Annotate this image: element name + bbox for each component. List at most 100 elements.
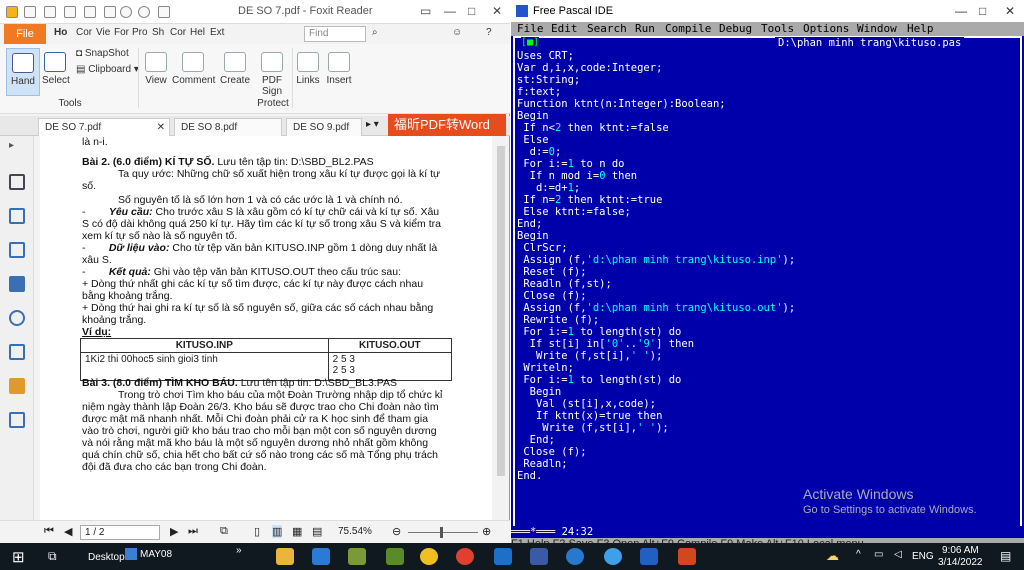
scrollbar-thumb[interactable] [497,146,505,476]
start-windows-icon[interactable]: ⊞ [12,548,25,566]
close-tab-icon[interactable]: ✕ [157,122,165,133]
vertical-scrollbar[interactable] [494,136,508,520]
edge-icon[interactable] [640,548,658,565]
window-close-button[interactable]: [■] [521,37,540,48]
code-line[interactable]: Write (f,st[i],' '); [517,350,795,362]
code-line[interactable]: If n<2 then ktnt:=false [517,122,795,134]
tab-form[interactable]: For [114,27,129,38]
tab-help[interactable]: Hel [190,27,205,38]
page-number-input[interactable]: 1 / 2 [80,525,160,540]
find-input[interactable]: Find [304,26,366,42]
code-line[interactable]: Readln (f,st); [517,278,795,290]
code-line[interactable]: d:=0; [517,146,795,158]
language-indicator[interactable]: ENG [912,551,934,562]
menu-compile[interactable]: Compile [665,22,711,36]
vscode-icon[interactable] [312,548,330,565]
code-line[interactable]: Begin [517,110,795,122]
clock-time[interactable]: 9:06 AM [942,545,979,556]
print-preview-icon[interactable] [84,6,96,18]
last-page-icon[interactable]: ⏭ [188,525,198,538]
signature-icon[interactable] [9,344,25,360]
zalo-pc-icon[interactable] [604,548,622,565]
user-icon[interactable]: ☺ [452,27,462,38]
zalo-icon[interactable] [566,548,584,565]
view-button[interactable]: View [144,52,168,86]
tools-icon[interactable] [9,412,25,428]
toolbar-expand-icon[interactable]: » [236,545,242,556]
expand-panel-icon[interactable]: ▸ [9,140,25,156]
code-line[interactable]: Else ktnt:=false; [517,206,795,218]
code-line[interactable]: If n=2 then ktnt:=true [517,194,795,206]
maximize-icon[interactable]: □ [468,4,475,18]
help-icon[interactable]: ? [486,27,492,38]
code-line[interactable]: st:String; [517,74,795,86]
code-line[interactable]: Readln; [517,458,795,470]
pdf-reader-icon[interactable] [420,548,438,565]
code-line[interactable]: Begin [517,386,795,398]
create-button[interactable]: Create [220,52,250,86]
menu-tools[interactable]: Tools [761,22,794,36]
zoom-out-icon[interactable]: ⊖ [392,525,401,538]
save-icon[interactable] [44,6,56,18]
desktop-toolbar[interactable]: Desktop [88,552,125,563]
tab-protect[interactable]: Pro [132,27,148,38]
code-line[interactable]: Reset (f); [517,266,795,278]
code-line[interactable]: Uses CRT; [517,50,795,62]
code-line[interactable]: Begin [517,230,795,242]
zoom-slider-thumb[interactable] [440,527,443,538]
lock-icon[interactable] [9,378,25,394]
minecraft-block-icon[interactable] [386,548,404,565]
clipboard-button[interactable]: ▤ Clipboard ▾ [76,64,139,75]
minecraft-icon[interactable] [348,548,366,565]
ad-banner[interactable]: 福昕PDF转Word [388,114,506,136]
file-explorer-icon[interactable] [276,548,294,565]
links-button[interactable]: Links [296,52,320,86]
tab-home[interactable]: Ho [54,27,67,38]
code-line[interactable]: End; [517,218,795,230]
menu-help[interactable]: Help [907,22,934,36]
prev-page-icon[interactable]: ◀ [64,525,72,538]
code-line[interactable]: Close (f); [517,290,795,302]
cover-page-icon[interactable]: ▤ [312,525,322,538]
code-line[interactable]: Assign (f,'d:\phan minh trang\kituso.inp… [517,254,795,266]
code-line[interactable]: Write (f,st[i],' '); [517,422,795,434]
code-line[interactable]: If st[i] in['0'..'9'] then [517,338,795,350]
menu-edit[interactable]: Edit [551,22,578,36]
code-line[interactable]: Writeln; [517,362,795,374]
single-page-icon[interactable]: ▯ [254,525,260,538]
code-line[interactable]: If n mod i=0 then [517,170,795,182]
minimize-icon[interactable]: — [955,0,967,22]
continuous-page-icon[interactable]: ▥ [272,525,283,538]
menu-run[interactable]: Run [635,22,655,36]
attachment-icon[interactable] [9,310,25,326]
ribbon-toggle-icon[interactable]: ▭ [420,4,431,18]
code-line[interactable]: ClrScr; [517,242,795,254]
code-line[interactable]: Function ktnt(n:Integer):Boolean; [517,98,795,110]
tab-view[interactable]: Vie [96,27,110,38]
tab-ext[interactable]: Ext [210,27,224,38]
tab-share[interactable]: Sh [152,27,164,38]
menu-file[interactable]: File [517,22,544,36]
chrome-icon[interactable] [456,548,474,565]
open-folder-icon[interactable] [24,6,36,18]
menu-options[interactable]: Options [803,22,849,36]
select-button[interactable]: Select [42,52,70,86]
print-icon[interactable] [64,6,76,18]
doc-tab-2[interactable]: DE SO 8.pdf [174,118,282,136]
undo-icon[interactable] [120,6,132,18]
maximize-icon[interactable]: □ [979,0,986,22]
hand-button[interactable]: Hand [6,48,40,96]
next-page-icon[interactable]: ▶ [170,525,178,538]
code-line[interactable]: If ktnt(x)=true then [517,410,795,422]
doc-tab-3[interactable]: DE SO 9.pdf [286,118,362,136]
code-editor[interactable]: Uses CRT; Var d,i,x,code:Integer; st:Strin… [517,50,795,482]
search-icon[interactable]: ⌕ [372,27,378,38]
doc-tab-1[interactable]: DE SO 7.pdf ✕ [38,118,170,136]
code-line[interactable]: Assign (f,'d:\phan minh trang\kituso.out… [517,302,795,314]
layers-icon[interactable] [9,208,25,224]
menu-window[interactable]: Window [857,22,897,36]
code-line[interactable]: End. [517,470,795,482]
code-line[interactable]: For i:=1 to length(st) do [517,374,795,386]
code-line[interactable]: Var d,i,x,code:Integer; [517,62,795,74]
page-thumbnail-icon[interactable] [9,174,25,190]
